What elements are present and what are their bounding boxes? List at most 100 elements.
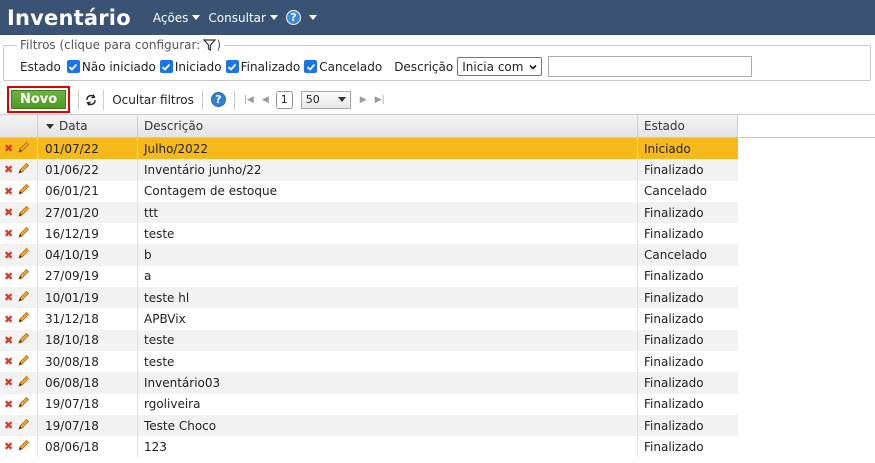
page-number-input[interactable]: 1	[275, 90, 293, 109]
table-row[interactable]: ✖ 01/06/22 Inventário junho/22 Finalizad…	[0, 159, 875, 181]
table-row[interactable]: ✖ 06/08/18 Inventário03 Finalizado	[0, 372, 875, 394]
pencil-icon[interactable]	[17, 354, 30, 370]
close-icon[interactable]: ✖	[4, 419, 13, 432]
pencil-icon[interactable]	[17, 439, 30, 455]
pencil-icon[interactable]	[17, 226, 30, 242]
menu-acoes[interactable]: Ações	[153, 11, 201, 25]
close-icon[interactable]: ✖	[4, 270, 13, 283]
cell-filler	[738, 159, 875, 181]
table-row[interactable]: ✖ 16/12/19 teste Finalizado	[0, 223, 875, 245]
row-actions: ✖	[0, 350, 38, 373]
close-icon[interactable]: ✖	[4, 185, 13, 198]
cell-date: 06/08/18	[38, 372, 138, 394]
cell-description: Inventário junho/22	[138, 159, 638, 181]
menu-help[interactable]: ?	[285, 10, 317, 25]
previous-page-icon[interactable]: ◀	[262, 95, 269, 105]
cell-date: 18/10/18	[38, 329, 138, 351]
close-icon[interactable]: ✖	[4, 398, 13, 411]
table-row[interactable]: ✖ 01/07/22 Julho/2022 Iniciado	[0, 138, 875, 160]
close-icon[interactable]: ✖	[4, 313, 13, 326]
menu-consultar-label: Consultar	[208, 10, 266, 25]
table-row[interactable]: ✖ 10/01/19 teste hl Finalizado	[0, 287, 875, 309]
table-row[interactable]: ✖ 06/01/21 Contagem de estoque Cancelado	[0, 180, 875, 202]
table-row[interactable]: ✖ 18/10/18 teste Finalizado	[0, 329, 875, 351]
table-row[interactable]: ✖ 27/09/19 a Finalizado	[0, 265, 875, 288]
table-row[interactable]: ✖ 27/01/20 ttt Finalizado	[0, 201, 875, 224]
menu-acoes-label: Ações	[152, 10, 189, 25]
chevron-down-icon	[529, 64, 537, 70]
filters-legend[interactable]: Filtros (clique para configurar: )	[17, 38, 224, 52]
pencil-icon[interactable]	[17, 268, 30, 284]
pencil-icon[interactable]	[17, 396, 30, 412]
cell-filler	[738, 201, 875, 224]
pencil-icon[interactable]	[17, 311, 30, 327]
refresh-button[interactable]	[84, 93, 98, 107]
inventory-table: Data Descrição Estado ✖ 01/07/22 Julho/2…	[0, 114, 875, 458]
checkbox-nao-iniciado[interactable]	[66, 60, 80, 73]
first-page-icon[interactable]: |◀	[244, 95, 254, 105]
pencil-icon[interactable]	[17, 141, 30, 157]
column-header-state[interactable]: Estado	[638, 115, 738, 137]
last-page-icon[interactable]: ▶|	[375, 95, 385, 105]
table-row[interactable]: ✖ 19/07/18 rgoliveira Finalizado	[0, 393, 875, 415]
menu-consultar[interactable]: Consultar	[208, 11, 278, 25]
pencil-icon-graphic	[18, 162, 30, 174]
checkbox-finalizado[interactable]	[225, 60, 239, 73]
help-icon: ?	[285, 10, 301, 25]
descricao-input[interactable]	[548, 56, 753, 77]
pencil-icon[interactable]	[17, 183, 30, 199]
toolbar-divider	[78, 89, 80, 110]
checkbox-iniciado[interactable]	[159, 60, 173, 73]
pencil-icon[interactable]	[17, 205, 30, 221]
cell-filler	[738, 308, 875, 330]
novo-button[interactable]: Novo	[11, 90, 67, 109]
pencil-icon-graphic	[18, 397, 30, 408]
row-actions: ✖	[0, 414, 38, 437]
next-page-icon[interactable]: ▶	[360, 95, 367, 105]
pencil-icon[interactable]	[17, 332, 30, 348]
cell-description: a	[138, 265, 638, 288]
cell-description: Contagem de estoque	[138, 180, 638, 202]
row-actions: ✖	[0, 393, 38, 415]
check-icon	[227, 63, 237, 71]
pencil-icon[interactable]	[17, 375, 30, 391]
pencil-icon[interactable]	[17, 290, 30, 306]
cell-date: 19/07/18	[38, 393, 138, 415]
cell-filler	[738, 138, 875, 160]
column-header-date[interactable]: Data	[38, 115, 138, 137]
pencil-icon[interactable]	[17, 418, 30, 434]
row-actions: ✖	[0, 223, 38, 245]
table-row[interactable]: ✖ 04/10/19 b Cancelado	[0, 244, 875, 266]
pencil-icon[interactable]	[17, 247, 30, 263]
column-header-description[interactable]: Descrição	[138, 115, 638, 137]
close-icon[interactable]: ✖	[4, 376, 13, 389]
match-mode-select[interactable]: Inicia com	[457, 57, 543, 76]
filters-row: Estado Não iniciado Iniciado Finalizado …	[20, 56, 753, 77]
pencil-icon-graphic	[18, 269, 30, 281]
close-icon[interactable]: ✖	[4, 142, 13, 155]
table-row[interactable]: ✖ 08/06/18 123 Finalizado	[0, 436, 875, 458]
close-icon[interactable]: ✖	[4, 355, 13, 368]
close-icon[interactable]: ✖	[4, 291, 13, 304]
pencil-icon[interactable]	[17, 162, 30, 178]
close-icon[interactable]: ✖	[4, 227, 13, 240]
table-row[interactable]: ✖ 31/12/18 APBVix Finalizado	[0, 308, 875, 330]
cell-state: Cancelado	[644, 184, 707, 199]
page-size-select[interactable]: 50	[300, 90, 351, 109]
close-icon[interactable]: ✖	[4, 163, 13, 176]
cell-filler	[738, 223, 875, 245]
table-row[interactable]: ✖ 30/08/18 teste Finalizado	[0, 350, 875, 373]
novo-button-highlight: Novo	[7, 86, 71, 113]
close-icon[interactable]: ✖	[4, 440, 13, 453]
pencil-icon-graphic	[18, 354, 30, 366]
help-icon[interactable]: ?	[210, 92, 226, 107]
checkbox-cancelado[interactable]	[304, 60, 318, 73]
cell-date: 06/01/21	[38, 180, 138, 202]
close-icon[interactable]: ✖	[4, 334, 13, 347]
ocultar-filtros-button[interactable]: Ocultar filtros	[109, 93, 197, 107]
row-actions: ✖	[0, 265, 38, 288]
cell-description: teste hl	[138, 287, 638, 309]
close-icon[interactable]: ✖	[4, 206, 13, 219]
close-icon[interactable]: ✖	[4, 249, 13, 262]
table-row[interactable]: ✖ 19/07/18 Teste Choco Finalizado	[0, 414, 875, 437]
